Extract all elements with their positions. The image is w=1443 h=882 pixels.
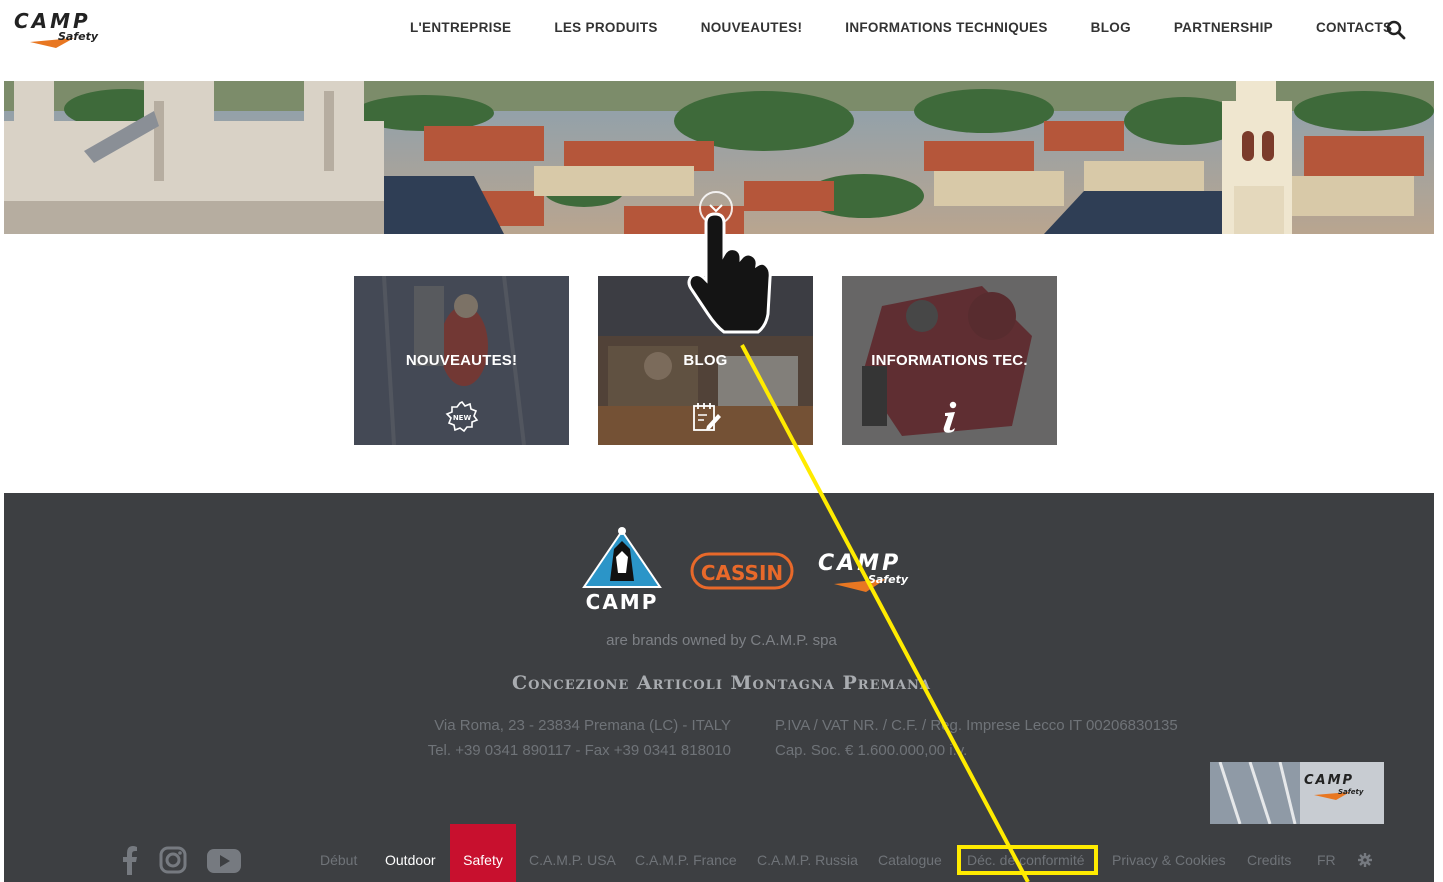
footer-tab-safety-label: Safety	[463, 852, 503, 868]
tile-nouveautes[interactable]: NOUVEAUTES! NEW	[354, 276, 569, 445]
info-icon	[943, 401, 956, 433]
svg-text:CASSIN: CASSIN	[701, 561, 783, 585]
nav-item-nouveautes[interactable]: NOUVEAUTES!	[701, 20, 803, 35]
phone-line: Tel. +39 0341 890117 - Fax +39 0341 8180…	[427, 742, 731, 759]
search-icon[interactable]	[1386, 20, 1406, 40]
new-badge-icon: NEW	[445, 400, 478, 433]
camp-brand-logo[interactable]: CAMP	[580, 527, 664, 614]
language-selector[interactable]: FR	[1317, 852, 1336, 868]
youtube-icon[interactable]	[206, 845, 242, 875]
facebook-icon[interactable]	[120, 845, 140, 875]
scroll-down-button[interactable]	[699, 191, 733, 225]
svg-text:Safety: Safety	[58, 30, 99, 43]
tile-label: NOUVEAUTES!	[405, 352, 518, 369]
address-line: Via Roma, 23 - 23834 Premana (LC) - ITAL…	[434, 717, 731, 734]
site-header: CAMP Safety L'ENTREPRISE LES PRODUITS NO…	[0, 0, 1443, 80]
capital-line: Cap. Soc. € 1.600.000,00 i.v.	[775, 742, 968, 759]
nav-item-partnership[interactable]: PARTNERSHIP	[1174, 20, 1273, 35]
tile-label: INFORMATIONS TEC.	[871, 352, 1028, 369]
footer-link-outdoor[interactable]: Outdoor	[385, 852, 436, 868]
svg-text:Safety: Safety	[1338, 788, 1364, 796]
camp-safety-brand-logo[interactable]: CAMP Safety	[816, 548, 924, 598]
vat-line: P.IVA / VAT NR. / C.F. / Reg. Imprese Le…	[775, 717, 1178, 734]
chevron-down-icon	[709, 204, 723, 213]
edit-note-icon	[692, 403, 721, 431]
footer-link-catalogue[interactable]: Catalogue	[878, 852, 942, 868]
camp-safety-logo[interactable]: CAMP Safety	[14, 8, 114, 56]
tile-label: BLOG	[683, 352, 728, 369]
svg-text:CAMP: CAMP	[1304, 773, 1354, 788]
cassin-brand-logo[interactable]: CASSIN	[690, 552, 794, 592]
footer-link-camp-usa[interactable]: C.A.M.P. USA	[529, 852, 616, 868]
footer-tab-safety[interactable]: Safety	[450, 824, 516, 882]
nav-item-contacts[interactable]: CONTACTS	[1316, 20, 1392, 35]
camp-safety-promo-image[interactable]: CAMP Safety	[1210, 762, 1384, 824]
footer-link-camp-russia[interactable]: C.A.M.P. Russia	[757, 852, 858, 868]
address-left: Via Roma, 23 - 23834 Premana (LC) - ITAL…	[428, 713, 731, 763]
nav-item-blog[interactable]: BLOG	[1091, 20, 1131, 35]
main-nav: L'ENTREPRISE LES PRODUITS NOUVEAUTES! IN…	[410, 20, 1392, 35]
company-name: Concezione Articoli Montagna Premana	[512, 672, 931, 694]
nav-item-produits[interactable]: LES PRODUITS	[554, 20, 657, 35]
svg-text:NEW: NEW	[452, 414, 471, 422]
address-right: P.IVA / VAT NR. / C.F. / Reg. Imprese Le…	[775, 713, 1178, 763]
footer-link-credits[interactable]: Credits	[1247, 852, 1291, 868]
brands-tagline: are brands owned by C.A.M.P. spa	[606, 632, 837, 649]
footer-link-privacy-cookies[interactable]: Privacy & Cookies	[1112, 852, 1226, 868]
nav-item-informations-techniques[interactable]: INFORMATIONS TECHNIQUES	[845, 20, 1047, 35]
footer-link-camp-france[interactable]: C.A.M.P. France	[635, 852, 737, 868]
svg-text:CAMP: CAMP	[586, 590, 659, 613]
tile-blog[interactable]: BLOG	[598, 276, 813, 445]
nav-item-entreprise[interactable]: L'ENTREPRISE	[410, 20, 511, 35]
footer-link-debut[interactable]: Début	[320, 852, 357, 868]
page: { "header": { "logo_text": "CAMP", "logo…	[0, 0, 1443, 882]
highlight-box	[957, 845, 1098, 875]
svg-text:Safety: Safety	[868, 573, 909, 586]
gear-icon[interactable]	[1358, 853, 1372, 867]
tile-informations-techniques[interactable]: INFORMATIONS TEC.	[842, 276, 1057, 445]
instagram-icon[interactable]	[158, 845, 188, 875]
